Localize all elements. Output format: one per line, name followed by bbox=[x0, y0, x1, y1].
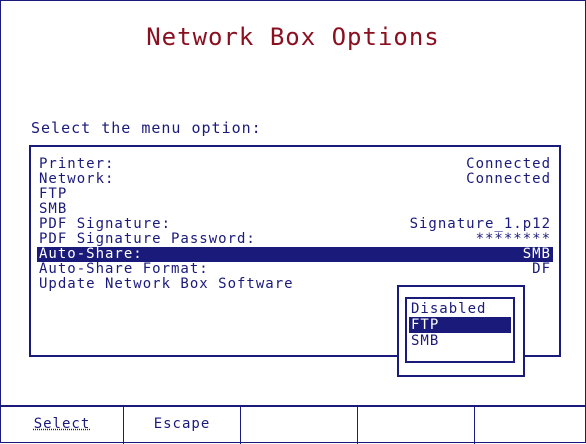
menu-item-printer[interactable]: Printer: Connected bbox=[37, 157, 553, 172]
option-smb[interactable]: SMB bbox=[409, 333, 511, 349]
menu-item-label: FTP bbox=[39, 186, 68, 202]
softkey-3[interactable] bbox=[241, 407, 358, 444]
page-title: Network Box Options bbox=[146, 23, 440, 51]
menu-item-label: Network: bbox=[39, 171, 115, 187]
menu-item-label: PDF Signature Password: bbox=[39, 231, 256, 247]
menu-item-value: Connected bbox=[466, 156, 551, 172]
menu-item-label: Auto-Share Format: bbox=[39, 261, 209, 277]
select-button-label: Select bbox=[33, 416, 91, 432]
menu-item-auto-share[interactable]: Auto-Share: SMB bbox=[37, 247, 553, 262]
device-screen: Network Box Options Select the menu opti… bbox=[0, 0, 586, 444]
menu-item-ftp[interactable]: FTP bbox=[37, 187, 553, 202]
menu-item-network[interactable]: Network: Connected bbox=[37, 172, 553, 187]
option-ftp[interactable]: FTP bbox=[409, 317, 511, 333]
menu-item-label: SMB bbox=[39, 201, 68, 217]
dropdown-list: Disabled FTP SMB bbox=[405, 297, 515, 363]
menu-item-label: Update Network Box Software bbox=[39, 276, 294, 292]
menu-item-pdf-signature[interactable]: PDF Signature: Signature_1.p12 bbox=[37, 217, 553, 232]
menu-item-value: ******** bbox=[475, 231, 551, 247]
menu-item-value: Signature_1.p12 bbox=[409, 216, 551, 232]
softkey-5[interactable] bbox=[475, 407, 585, 444]
menu-item-label: Auto-Share: bbox=[39, 246, 143, 262]
menu-item-label: PDF Signature: bbox=[39, 216, 172, 232]
option-disabled[interactable]: Disabled bbox=[409, 301, 511, 317]
menu-item-pdf-signature-password[interactable]: PDF Signature Password: ******** bbox=[37, 232, 553, 247]
menu-prompt: Select the menu option: bbox=[31, 119, 262, 137]
menu-item-value: DF bbox=[532, 261, 551, 277]
menu-item-value: Connected bbox=[466, 171, 551, 187]
menu-item-auto-share-format[interactable]: Auto-Share Format: DF bbox=[37, 262, 553, 277]
softkey-bar: Select Escape bbox=[1, 405, 585, 444]
escape-button[interactable]: Escape bbox=[124, 407, 241, 444]
menu-item-smb[interactable]: SMB bbox=[37, 202, 553, 217]
select-button[interactable]: Select bbox=[1, 407, 124, 444]
auto-share-dropdown: Disabled FTP SMB bbox=[397, 285, 525, 377]
menu-item-value: SMB bbox=[522, 246, 551, 262]
softkey-4[interactable] bbox=[358, 407, 475, 444]
menu-item-label: Printer: bbox=[39, 156, 115, 172]
